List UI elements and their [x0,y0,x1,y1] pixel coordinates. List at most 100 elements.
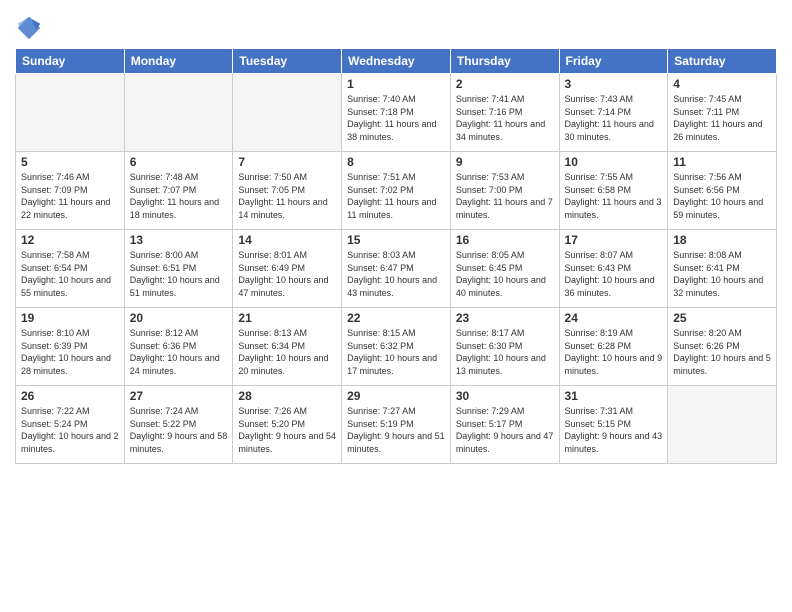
calendar-day-cell [233,74,342,152]
calendar-day-cell: 26 Sunrise: 7:22 AMSunset: 5:24 PMDayligh… [16,386,125,464]
day-number: 21 [238,311,336,325]
day-info: Sunrise: 7:50 AMSunset: 7:05 PMDaylight:… [238,171,336,221]
day-info: Sunrise: 8:08 AMSunset: 6:41 PMDaylight:… [673,249,771,299]
logo-icon [15,14,43,42]
day-number: 7 [238,155,336,169]
day-info: Sunrise: 8:10 AMSunset: 6:39 PMDaylight:… [21,327,119,377]
day-number: 3 [565,77,663,91]
calendar-day-cell: 25 Sunrise: 8:20 AMSunset: 6:26 PMDayligh… [668,308,777,386]
weekday-header-sunday: Sunday [16,49,125,74]
weekday-header-saturday: Saturday [668,49,777,74]
day-number: 20 [130,311,228,325]
day-info: Sunrise: 7:43 AMSunset: 7:14 PMDaylight:… [565,93,663,143]
day-number: 23 [456,311,554,325]
page-container: SundayMondayTuesdayWednesdayThursdayFrid… [0,0,792,469]
day-number: 6 [130,155,228,169]
calendar-day-cell: 13 Sunrise: 8:00 AMSunset: 6:51 PMDayligh… [124,230,233,308]
calendar-day-cell: 4Sunrise: 7:45 AMSunset: 7:11 PMDaylight… [668,74,777,152]
day-info: Sunrise: 7:56 AMSunset: 6:56 PMDaylight:… [673,171,771,221]
calendar-day-cell: 21 Sunrise: 8:13 AMSunset: 6:34 PMDayligh… [233,308,342,386]
calendar-day-cell: 17Sunrise: 8:07 AMSunset: 6:43 PMDayligh… [559,230,668,308]
calendar-day-cell: 29 Sunrise: 7:27 AMSunset: 5:19 PMDayligh… [342,386,451,464]
calendar-day-cell: 30Sunrise: 7:29 AMSunset: 5:17 PMDayligh… [450,386,559,464]
calendar-day-cell: 23 Sunrise: 8:17 AMSunset: 6:30 PMDayligh… [450,308,559,386]
calendar-day-cell: 10 Sunrise: 7:55 AMSunset: 6:58 PMDayligh… [559,152,668,230]
day-number: 12 [21,233,119,247]
day-info: Sunrise: 8:13 AMSunset: 6:34 PMDaylight:… [238,327,336,377]
day-info: Sunrise: 7:40 AMSunset: 7:18 PMDaylight:… [347,93,445,143]
day-info: Sunrise: 7:51 AMSunset: 7:02 PMDaylight:… [347,171,445,221]
day-info: Sunrise: 7:48 AMSunset: 7:07 PMDaylight:… [130,171,228,221]
calendar-week-row: 1Sunrise: 7:40 AMSunset: 7:18 PMDaylight… [16,74,777,152]
logo [15,14,45,42]
day-number: 25 [673,311,771,325]
calendar-day-cell [16,74,125,152]
day-number: 2 [456,77,554,91]
day-number: 22 [347,311,445,325]
weekday-header-monday: Monday [124,49,233,74]
day-number: 15 [347,233,445,247]
calendar-day-cell: 14 Sunrise: 8:01 AMSunset: 6:49 PMDayligh… [233,230,342,308]
day-number: 26 [21,389,119,403]
weekday-header-tuesday: Tuesday [233,49,342,74]
calendar-day-cell [124,74,233,152]
day-number: 4 [673,77,771,91]
calendar-day-cell: 20 Sunrise: 8:12 AMSunset: 6:36 PMDayligh… [124,308,233,386]
day-info: Sunrise: 7:22 AMSunset: 5:24 PMDaylight:… [21,405,119,455]
day-number: 27 [130,389,228,403]
day-info: Sunrise: 8:00 AMSunset: 6:51 PMDaylight:… [130,249,228,299]
day-number: 11 [673,155,771,169]
day-number: 19 [21,311,119,325]
calendar-day-cell: 7 Sunrise: 7:50 AMSunset: 7:05 PMDaylight… [233,152,342,230]
day-number: 13 [130,233,228,247]
day-number: 28 [238,389,336,403]
calendar-day-cell: 12Sunrise: 7:58 AMSunset: 6:54 PMDayligh… [16,230,125,308]
day-number: 17 [565,233,663,247]
day-info: Sunrise: 7:31 AMSunset: 5:15 PMDaylight:… [565,405,663,455]
day-number: 9 [456,155,554,169]
day-info: Sunrise: 8:12 AMSunset: 6:36 PMDaylight:… [130,327,228,377]
calendar-day-cell: 19 Sunrise: 8:10 AMSunset: 6:39 PMDayligh… [16,308,125,386]
day-info: Sunrise: 7:27 AMSunset: 5:19 PMDaylight:… [347,405,445,455]
day-number: 18 [673,233,771,247]
day-info: Sunrise: 8:03 AMSunset: 6:47 PMDaylight:… [347,249,445,299]
day-info: Sunrise: 8:20 AMSunset: 6:26 PMDaylight:… [673,327,771,377]
calendar-day-cell: 24 Sunrise: 8:19 AMSunset: 6:28 PMDayligh… [559,308,668,386]
calendar-day-cell: 27Sunrise: 7:24 AMSunset: 5:22 PMDayligh… [124,386,233,464]
day-number: 10 [565,155,663,169]
day-info: Sunrise: 7:46 AMSunset: 7:09 PMDaylight:… [21,171,119,221]
calendar-day-cell: 15 Sunrise: 8:03 AMSunset: 6:47 PMDayligh… [342,230,451,308]
day-number: 5 [21,155,119,169]
day-info: Sunrise: 7:55 AMSunset: 6:58 PMDaylight:… [565,171,663,221]
day-info: Sunrise: 8:01 AMSunset: 6:49 PMDaylight:… [238,249,336,299]
calendar-day-cell: 6 Sunrise: 7:48 AMSunset: 7:07 PMDaylight… [124,152,233,230]
calendar-day-cell: 11 Sunrise: 7:56 AMSunset: 6:56 PMDayligh… [668,152,777,230]
day-number: 30 [456,389,554,403]
day-info: Sunrise: 8:05 AMSunset: 6:45 PMDaylight:… [456,249,554,299]
day-number: 16 [456,233,554,247]
day-number: 14 [238,233,336,247]
day-info: Sunrise: 7:53 AMSunset: 7:00 PMDaylight:… [456,171,554,221]
calendar-day-cell: 8 Sunrise: 7:51 AMSunset: 7:02 PMDaylight… [342,152,451,230]
calendar-day-cell: 31Sunrise: 7:31 AMSunset: 5:15 PMDayligh… [559,386,668,464]
day-number: 29 [347,389,445,403]
weekday-header-thursday: Thursday [450,49,559,74]
calendar-week-row: 26 Sunrise: 7:22 AMSunset: 5:24 PMDayligh… [16,386,777,464]
calendar-day-cell: 16 Sunrise: 8:05 AMSunset: 6:45 PMDayligh… [450,230,559,308]
day-info: Sunrise: 8:17 AMSunset: 6:30 PMDaylight:… [456,327,554,377]
calendar-day-cell: 18 Sunrise: 8:08 AMSunset: 6:41 PMDayligh… [668,230,777,308]
calendar-day-cell: 5 Sunrise: 7:46 AMSunset: 7:09 PMDaylight… [16,152,125,230]
calendar-day-cell [668,386,777,464]
calendar-day-cell: 1Sunrise: 7:40 AMSunset: 7:18 PMDaylight… [342,74,451,152]
calendar-day-cell: 9 Sunrise: 7:53 AMSunset: 7:00 PMDaylight… [450,152,559,230]
calendar-day-cell: 2Sunrise: 7:41 AMSunset: 7:16 PMDaylight… [450,74,559,152]
page-header [15,10,777,42]
day-info: Sunrise: 8:15 AMSunset: 6:32 PMDaylight:… [347,327,445,377]
day-info: Sunrise: 7:26 AMSunset: 5:20 PMDaylight:… [238,405,336,455]
weekday-header-friday: Friday [559,49,668,74]
day-number: 24 [565,311,663,325]
calendar-day-cell: 28 Sunrise: 7:26 AMSunset: 5:20 PMDayligh… [233,386,342,464]
day-info: Sunrise: 8:19 AMSunset: 6:28 PMDaylight:… [565,327,663,377]
calendar-week-row: 19 Sunrise: 8:10 AMSunset: 6:39 PMDayligh… [16,308,777,386]
day-number: 8 [347,155,445,169]
